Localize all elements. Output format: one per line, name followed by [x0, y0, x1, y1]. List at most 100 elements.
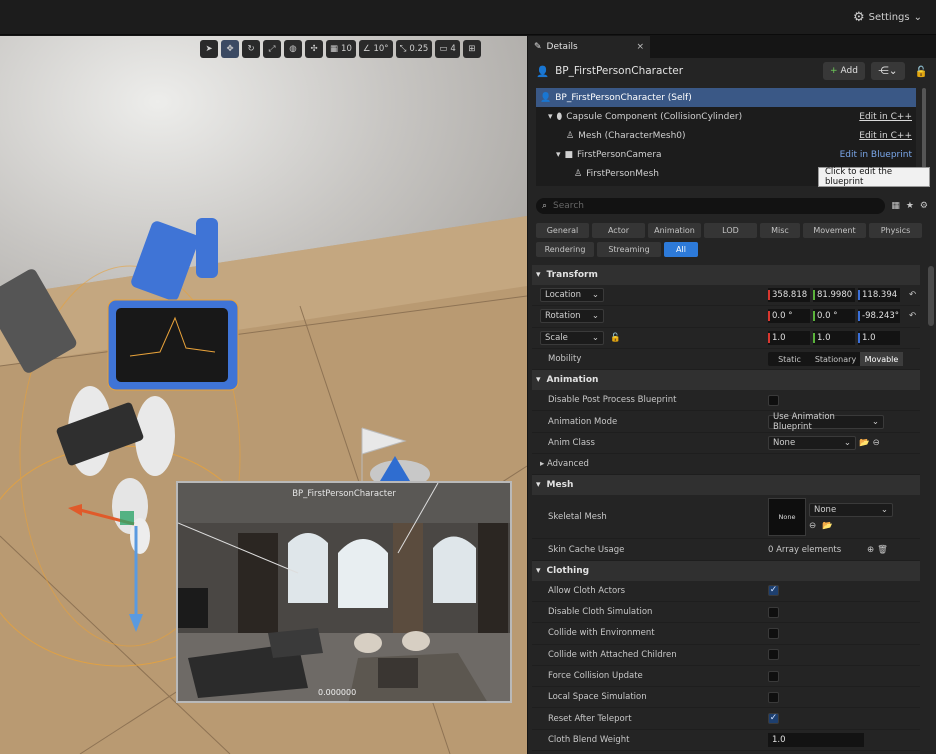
- reset-teleport-checkbox[interactable]: ✓: [768, 713, 779, 725]
- tree-item-capsule[interactable]: ▾ ⬮ Capsule Component (CollisionCylinder…: [536, 107, 916, 126]
- world-space-button[interactable]: ◍: [284, 40, 302, 58]
- rotation-z-field[interactable]: -98.243°: [858, 309, 900, 324]
- mesh-thumbnail[interactable]: None: [768, 497, 806, 536]
- cloth-value: [768, 691, 779, 703]
- settings-button[interactable]: ⚙ Settings ⌄: [853, 10, 922, 25]
- cloth-value: [768, 649, 779, 661]
- filter-movement[interactable]: Movement: [803, 223, 866, 238]
- search-input[interactable]: ⌕ Search: [536, 198, 886, 214]
- cloth-blend-row: Cloth Blend Weight 1.0: [532, 730, 920, 752]
- advanced-row[interactable]: ▸ Advanced: [532, 454, 920, 476]
- collapse-arrow-icon: ▾: [536, 565, 541, 576]
- lock-icon[interactable]: 🔓: [915, 65, 928, 78]
- tree-scrollbar[interactable]: [922, 88, 926, 168]
- edit-in-blueprint-link[interactable]: Edit in Blueprint: [840, 150, 912, 160]
- translate-tool-button[interactable]: ✥: [221, 40, 239, 58]
- rotate-tool-button[interactable]: ↻: [242, 40, 260, 58]
- scale-x-field[interactable]: 1.0: [768, 330, 810, 345]
- scale-y-field[interactable]: 1.0: [813, 330, 855, 345]
- collide-env-checkbox[interactable]: [768, 627, 779, 639]
- tree-item-mesh[interactable]: ♙ Mesh (CharacterMesh0) Edit in C++: [536, 126, 916, 145]
- star-icon[interactable]: ★: [906, 201, 914, 211]
- filter-general[interactable]: General: [536, 223, 589, 238]
- reset-icon[interactable]: ↶: [909, 311, 916, 321]
- scale-snap-button[interactable]: ⤡ 0.25: [395, 40, 433, 58]
- rotation-y-field[interactable]: 0.0 °: [813, 309, 855, 324]
- skeletal-mesh-dropdown[interactable]: None ⌄: [809, 502, 893, 517]
- mobility-static[interactable]: Static: [768, 352, 811, 366]
- section-animation[interactable]: ▾ Animation: [532, 370, 920, 391]
- blueprint-options-button[interactable]: ⋲⌄: [870, 62, 905, 80]
- mobility-stationary[interactable]: Stationary: [814, 352, 857, 366]
- scale-label: Scale: [545, 332, 568, 343]
- use-selected-icon[interactable]: ⊖: [809, 521, 816, 531]
- filter-lod[interactable]: LOD: [704, 223, 757, 238]
- disable-cloth-checkbox[interactable]: [768, 606, 779, 618]
- cloth-blend-field[interactable]: 1.0: [768, 732, 864, 747]
- browse-icon[interactable]: 📂: [859, 438, 870, 448]
- section-transform[interactable]: ▾ Transform: [532, 265, 920, 285]
- chevron-down-icon: ⌄: [591, 332, 599, 343]
- edit-in-cpp-link[interactable]: Edit in C++: [859, 112, 912, 122]
- location-z-field[interactable]: 118.394: [858, 288, 900, 303]
- rotation-dropdown[interactable]: Rotation ⌄: [540, 309, 604, 324]
- edit-in-cpp-link[interactable]: Edit in C++: [859, 131, 912, 141]
- viewport-layout-button[interactable]: ⊞: [462, 40, 481, 58]
- gear-icon[interactable]: ⚙: [920, 201, 928, 211]
- filter-animation[interactable]: Animation: [648, 223, 701, 238]
- capsule-icon: ⬮: [556, 111, 563, 122]
- tab-details[interactable]: ✎ Details ×: [528, 36, 650, 58]
- disable-pp-checkbox[interactable]: [768, 394, 779, 406]
- force-collision-checkbox[interactable]: [768, 670, 779, 682]
- level-viewport[interactable]: ➤ ✥ ↻ ⤢ ◍ ✣ ▦ 10 ∠ 10° ⤡ 0.25 ▭ 4 ⊞ BP_F…: [0, 36, 527, 754]
- camera-speed-button[interactable]: ▭ 4: [435, 40, 460, 58]
- lock-icon[interactable]: 🔓: [610, 333, 621, 343]
- snap-icon: ✣: [310, 44, 318, 54]
- surface-snap-button[interactable]: ✣: [305, 40, 323, 58]
- scale-tool-button[interactable]: ⤢: [263, 40, 281, 58]
- collide-children-checkbox[interactable]: [768, 649, 779, 661]
- filter-actor[interactable]: Actor: [592, 223, 645, 238]
- tree-item-self[interactable]: 👤 BP_FirstPersonCharacter (Self): [536, 88, 916, 107]
- filter-rendering[interactable]: Rendering: [536, 242, 594, 257]
- table-view-icon[interactable]: ▦: [891, 201, 900, 211]
- allow-cloth-actors-checkbox[interactable]: ✓: [768, 585, 779, 597]
- collapse-arrow-icon: ▾: [536, 480, 541, 491]
- location-dropdown[interactable]: Location ⌄: [540, 288, 604, 303]
- add-component-button[interactable]: + Add: [822, 62, 865, 80]
- mobility-movable[interactable]: Movable: [860, 352, 903, 367]
- close-icon[interactable]: ×: [636, 42, 644, 52]
- section-mesh[interactable]: ▾ Mesh: [532, 475, 920, 496]
- reset-icon[interactable]: ↶: [909, 290, 916, 300]
- browse-icon[interactable]: 📂: [822, 521, 833, 531]
- filter-all[interactable]: All: [664, 242, 698, 257]
- animation-mode-row: Animation Mode Use Animation Blueprint ⌄: [532, 411, 920, 433]
- scale-z-field[interactable]: 1.0: [858, 330, 900, 345]
- rotation-snap-button[interactable]: ∠ 10°: [358, 40, 393, 58]
- trash-icon[interactable]: 🗑: [877, 545, 888, 555]
- tree-item-camera[interactable]: ▾ ■ FirstPersonCamera Edit in Blueprint: [536, 145, 916, 164]
- rotation-x-field[interactable]: 0.0 °: [768, 309, 810, 324]
- scale-dropdown[interactable]: Scale ⌄: [540, 330, 604, 345]
- cloth-value: ✓: [768, 585, 779, 597]
- filter-misc[interactable]: Misc: [760, 223, 800, 238]
- rotation-label: Rotation: [545, 311, 581, 322]
- rotate-icon: ↻: [247, 44, 255, 54]
- skeletal-mesh-value: None None ⌄ ⊖ 📂: [768, 497, 893, 536]
- location-y-field[interactable]: 81.9980: [813, 288, 855, 303]
- use-selected-icon[interactable]: ⊖: [873, 438, 880, 448]
- tree-item-label: FirstPersonMesh: [586, 168, 659, 179]
- add-element-icon[interactable]: ⊕: [867, 545, 874, 555]
- grid-snap-button[interactable]: ▦ 10: [326, 40, 356, 58]
- filter-physics[interactable]: Physics: [869, 223, 922, 238]
- details-tab-row: ✎ Details ×: [528, 36, 936, 58]
- animation-mode-dropdown[interactable]: Use Animation Blueprint ⌄: [768, 412, 884, 432]
- select-tool-button[interactable]: ➤: [200, 40, 218, 58]
- location-x-field[interactable]: 358.818: [768, 288, 810, 303]
- details-scrollbar[interactable]: [928, 266, 934, 326]
- local-space-checkbox[interactable]: [768, 691, 779, 703]
- section-clothing[interactable]: ▾ Clothing: [532, 560, 920, 581]
- anim-class-dropdown[interactable]: None ⌄: [768, 435, 856, 450]
- globe-icon: ◍: [289, 44, 297, 54]
- filter-streaming[interactable]: Streaming: [597, 242, 661, 257]
